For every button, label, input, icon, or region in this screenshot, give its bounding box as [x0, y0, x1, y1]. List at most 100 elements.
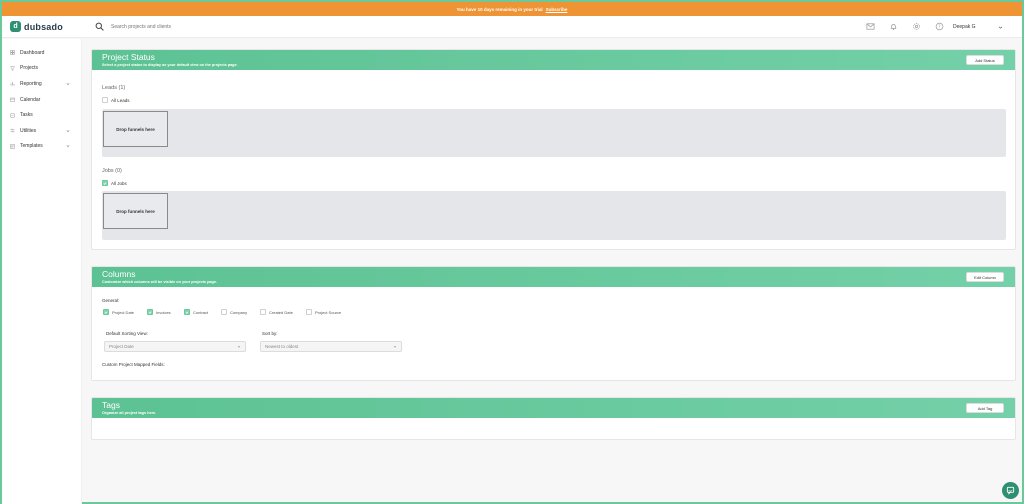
- select-value: Newest to oldest: [265, 344, 299, 349]
- chart-icon: [10, 82, 15, 86]
- sidebar-item-calendar[interactable]: Calendar: [2, 92, 81, 108]
- all-leads-label: All Leads: [111, 97, 130, 103]
- check-icon: [148, 310, 152, 314]
- add-tag-button[interactable]: Add Tag: [966, 403, 1004, 413]
- gear-icon[interactable]: [912, 22, 921, 31]
- column-option-invoices[interactable]: Invoices: [147, 309, 184, 315]
- custom-fields-label: Custom Project Mapped Fields:: [102, 362, 165, 367]
- subscribe-link[interactable]: Subscribe: [546, 7, 568, 12]
- logo-mark: d: [10, 21, 21, 32]
- search-icon[interactable]: [95, 22, 104, 31]
- columns-header: Columns Customize which columns will be …: [92, 267, 1015, 287]
- card-title: Project Status: [102, 52, 155, 62]
- mail-icon[interactable]: [866, 22, 875, 31]
- sidebar-item-label: Reporting: [20, 80, 42, 87]
- all-leads-option[interactable]: All Leads: [102, 97, 130, 103]
- column-option-company[interactable]: Company: [221, 309, 260, 315]
- card-subtitle: Organize all project tags here.: [102, 410, 157, 415]
- grid-icon: [10, 50, 15, 56]
- trial-message: You have 10 days remaining in your trial: [456, 6, 543, 12]
- tags-header: Tags Organize all project tags here. Add…: [92, 398, 1015, 418]
- select-value: Project Date: [109, 344, 134, 349]
- sidebar-item-label: Projects: [20, 65, 39, 72]
- column-checkbox[interactable]: [221, 309, 227, 315]
- sidebar-item-label: Templates: [20, 143, 43, 150]
- column-checkbox[interactable]: [306, 309, 312, 315]
- card-title: Tags: [102, 400, 120, 410]
- column-checkbox[interactable]: [184, 309, 190, 315]
- column-option-project-source[interactable]: Project Source: [306, 309, 352, 315]
- all-leads-checkbox[interactable]: [102, 97, 108, 103]
- sidebar-item-reporting[interactable]: Reporting: [2, 76, 81, 92]
- leads-heading: Leads (1): [102, 85, 126, 91]
- sidebar-item-templates[interactable]: Templates: [2, 139, 81, 155]
- column-option-label: Created Date: [269, 309, 293, 315]
- tags-card: Tags Organize all project tags here. Add…: [91, 397, 1016, 440]
- user-name: Deepak G: [953, 24, 976, 30]
- caret-down-icon: [393, 345, 397, 348]
- chevron-down-icon: [998, 26, 1003, 29]
- top-bar: d dubsado ? Deepak G: [2, 16, 1022, 38]
- jobs-heading: Jobs (0): [102, 168, 122, 174]
- jobs-drop-area[interactable]: Drop funnels here: [102, 191, 1006, 240]
- sort-by-label: Sort by:: [262, 331, 278, 336]
- column-option-label: Contract: [193, 309, 209, 315]
- column-option-created-date[interactable]: Created Date: [260, 309, 306, 315]
- add-status-button[interactable]: Add Status: [966, 55, 1004, 65]
- calendar-icon: [10, 97, 15, 102]
- column-checkbox[interactable]: [147, 309, 153, 315]
- brand-logo[interactable]: d dubsado: [10, 21, 92, 32]
- jobs-drop-box[interactable]: Drop funnels here: [103, 193, 168, 229]
- sidebar-item-projects[interactable]: Projects: [2, 61, 81, 77]
- user-menu[interactable]: Deepak G: [950, 18, 1006, 36]
- leads-drop-area[interactable]: Drop funnels here: [102, 109, 1006, 157]
- check-icon: [104, 310, 108, 314]
- sidebar-item-label: Tasks: [20, 112, 33, 119]
- column-option-label: Invoices: [156, 309, 171, 315]
- search-input[interactable]: [111, 23, 411, 30]
- column-option-label: Project Date: [112, 309, 135, 315]
- tasks-icon: [10, 113, 15, 118]
- templates-icon: [10, 144, 15, 149]
- general-label: General:: [102, 298, 120, 303]
- sidebar-item-label: Dashboard: [20, 49, 45, 56]
- column-checkbox[interactable]: [103, 309, 109, 315]
- edit-column-button[interactable]: Edit Column: [966, 272, 1004, 282]
- column-option-label: Project Source: [315, 309, 342, 315]
- help-icon[interactable]: ?: [935, 22, 944, 31]
- sidebar-item-tasks[interactable]: Tasks: [2, 107, 81, 123]
- default-sorting-select[interactable]: Project Date: [104, 341, 246, 352]
- project-status-header: Project Status Select a project status t…: [92, 50, 1015, 70]
- chevron-down-icon: [66, 129, 70, 132]
- check-icon: [185, 310, 189, 314]
- sidebar-item-utilities[interactable]: Utilities: [2, 123, 81, 139]
- chevron-down-icon: [66, 145, 70, 148]
- card-subtitle: Select a project status to display as yo…: [102, 62, 238, 67]
- column-option-contract[interactable]: Contract: [184, 309, 221, 315]
- columns-card: Columns Customize which columns will be …: [91, 266, 1016, 381]
- logo-text: dubsado: [24, 21, 63, 32]
- sliders-icon: [10, 128, 15, 133]
- chat-icon: [1006, 486, 1015, 495]
- sidebar-item-label: Calendar: [20, 96, 41, 103]
- project-status-card: Project Status Select a project status t…: [91, 49, 1016, 250]
- chevron-down-icon: [66, 83, 70, 85]
- chat-widget-button[interactable]: [1002, 482, 1019, 499]
- column-option-project-date[interactable]: Project Date: [103, 309, 147, 315]
- column-checkbox[interactable]: [260, 309, 266, 315]
- sidebar-item-dashboard[interactable]: Dashboard: [2, 45, 81, 61]
- column-option-label: Company: [230, 309, 248, 315]
- all-jobs-option[interactable]: All Jobs: [102, 180, 127, 186]
- leads-drop-box[interactable]: Drop funnels here: [103, 111, 168, 147]
- sidebar: Dashboard Projects Reporting Calendar Ta…: [2, 39, 82, 504]
- sort-by-select[interactable]: Newest to oldest: [260, 341, 402, 352]
- caret-down-icon: [237, 345, 241, 348]
- all-jobs-checkbox[interactable]: [102, 180, 108, 186]
- bell-icon[interactable]: [889, 22, 898, 31]
- card-subtitle: Customize which columns will be visible …: [102, 279, 217, 284]
- card-title: Columns: [102, 269, 136, 279]
- check-icon: [103, 181, 107, 185]
- filter-icon: [10, 66, 15, 71]
- default-sorting-label: Default Sorting View:: [106, 331, 148, 336]
- column-options: Project Date Invoices Contract Company C…: [103, 309, 352, 315]
